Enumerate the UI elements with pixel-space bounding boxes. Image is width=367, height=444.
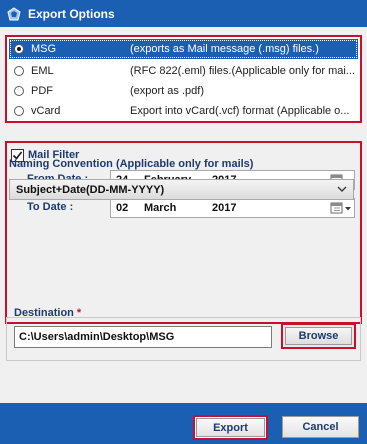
to-month: March [144, 202, 177, 214]
app-logo-icon [7, 6, 21, 21]
option-description: (RFC 822(.eml) files.(Applicable only fo… [130, 65, 355, 77]
option-label: PDF [31, 85, 53, 97]
option-label: MSG [31, 43, 57, 55]
option-description: (exports as Mail message (.msg) files.) [130, 43, 319, 55]
option-msg[interactable]: MSG (exports as Mail message (.msg) file… [9, 39, 358, 59]
calendar-icon [330, 202, 351, 214]
title-bar: Export Options [0, 0, 367, 27]
naming-convention-label: Naming Convention (Applicable only for m… [9, 158, 254, 170]
export-button[interactable]: Export [193, 415, 268, 440]
radio-vcard[interactable] [14, 106, 24, 116]
option-description: Export into vCard(.vcf) format (Applicab… [130, 105, 350, 117]
radio-eml[interactable] [14, 66, 24, 76]
browse-button-label: Browse [285, 327, 352, 345]
cancel-button-label: Cancel [282, 416, 359, 438]
export-button-label: Export [196, 418, 265, 437]
option-label: EML [31, 65, 54, 77]
window-title: Export Options [28, 6, 115, 21]
radio-msg[interactable] [14, 44, 24, 54]
naming-convention-value: Subject+Date(DD-MM-YYYY) [16, 183, 165, 196]
browse-button[interactable]: Browse [281, 323, 356, 349]
calendar-dropdown-button[interactable] [330, 200, 352, 216]
to-date-picker[interactable]: 02 March 2017 [110, 198, 355, 218]
option-eml[interactable]: EML (RFC 822(.eml) files.(Applicable onl… [9, 61, 358, 81]
export-format-list: MSG (exports as Mail message (.msg) file… [5, 35, 362, 123]
dialog-body: MSG (exports as Mail message (.msg) file… [0, 27, 367, 444]
naming-convention-select[interactable]: Subject+Date(DD-MM-YYYY) [9, 179, 354, 200]
footer-bar: Export Cancel [0, 403, 367, 444]
radio-pdf[interactable] [14, 86, 24, 96]
option-pdf[interactable]: PDF (export as .pdf) [9, 81, 358, 101]
destination-path-input[interactable]: C:\Users\admin\Desktop\MSG [14, 326, 272, 348]
cancel-button[interactable]: Cancel [282, 416, 359, 438]
option-vcard[interactable]: vCard Export into vCard(.vcf) format (Ap… [9, 101, 358, 121]
chevron-down-icon [337, 183, 347, 198]
to-date-label: To Date : [27, 201, 74, 213]
option-label: vCard [31, 105, 61, 117]
to-year: 2017 [212, 202, 237, 214]
to-day: 02 [116, 202, 129, 214]
option-description: (export as .pdf) [130, 85, 204, 97]
